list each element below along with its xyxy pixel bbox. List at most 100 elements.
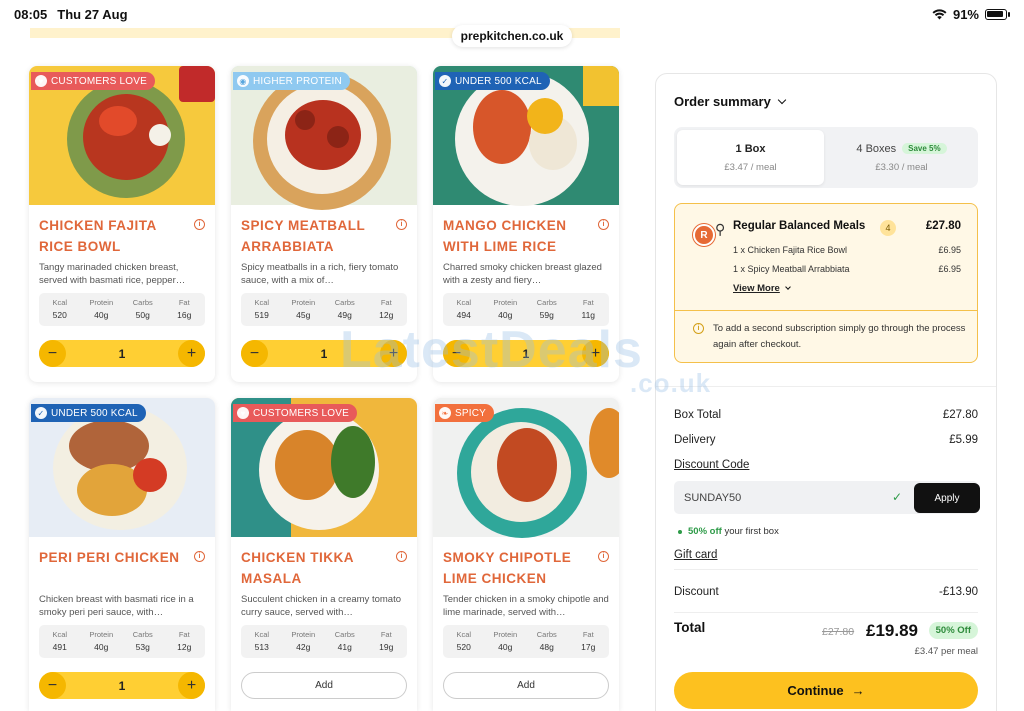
info-icon[interactable]: i [598,219,609,230]
discount-label: Discount [674,586,719,598]
order-summary-toggle[interactable]: Order summary [674,94,787,109]
decrease-button[interactable]: − [39,340,66,367]
info-icon[interactable]: i [598,551,609,562]
status-time: 08:05 [14,6,48,22]
continue-button[interactable]: Continue → [674,672,978,709]
heart-icon: ♥ [35,75,47,87]
meal-image: ◉ HIGHER PROTEIN [231,66,417,210]
box-option-label: 1 Box [735,143,766,155]
meal-title: MANGO CHICKEN WITH LIME RICE [443,218,567,254]
quantity-value: 1 [522,346,530,361]
quantity-stepper: − 1 + [241,340,407,367]
info-icon: i [693,323,704,334]
kcal-label: Kcal [456,630,472,639]
carbs-label: Carbs [334,298,355,307]
subscription-note: To add a second subscription simply go t… [713,323,966,350]
battery-icon [985,8,1007,20]
add-button[interactable]: Add [241,672,407,699]
box-option-1[interactable]: 1 Box £3.47 / meal [677,130,824,185]
meal-title: SPICY MEATBALL ARRABBIATA [241,218,366,254]
nutrition-panel: Kcal 494 Protein 40g Carbs 59g Fat 11g [443,293,609,326]
meal-image: ♥ CUSTOMERS LOVE [29,66,215,205]
meal-description: Spicy meatballs in a rich, fiery tomato … [241,262,399,286]
total-label: Total [674,620,706,635]
battery-cap [1008,11,1010,17]
protein-label: Protein [291,630,316,639]
divider [656,386,996,387]
increase-button[interactable]: + [178,672,205,699]
info-icon[interactable]: i [396,219,407,230]
decrease-button[interactable]: − [443,340,470,367]
badge-label: CUSTOMERS LOVE [253,407,349,419]
meal-description: Succulent chicken in a creamy tomato cur… [241,594,401,618]
apply-button[interactable]: Apply [914,483,980,513]
carbs-value: 53g [135,642,150,652]
total-value: £19.89 [866,621,918,640]
decrease-button[interactable]: − [39,672,66,699]
meal-title: CHICKEN FAJITA RICE BOWL [39,218,157,254]
meal-image: ✓ UNDER 500 KCAL [433,66,619,206]
badge: ✓ UNDER 500 KCAL [435,72,550,90]
url-bar[interactable]: prepkitchen.co.uk [452,25,572,47]
meal-image: ♥ CUSTOMERS LOVE [231,398,417,537]
carbs-value: 49g [337,310,352,320]
kcal-value: 494 [456,310,471,320]
carbs-label: Carbs [536,298,557,307]
discount-code-link[interactable]: Discount Code [674,459,749,471]
meal-card: ❧ SPICY SMOKY CHIPOTLE LIME CHICKEN i Ten… [433,398,619,711]
increase-button[interactable]: + [380,340,407,367]
decrease-button[interactable]: − [241,340,268,367]
wifi-icon [932,8,947,19]
carbs-value: 41g [337,642,352,652]
discount-code-input[interactable] [684,481,884,514]
promo-applied: 50% off your first box [678,526,779,537]
chevron-down-icon [777,95,787,105]
increase-button[interactable]: + [178,340,205,367]
meal-image: ❧ SPICY [433,398,619,538]
meal-card: ✓ UNDER 500 KCAL MANGO CHICKEN WITH LIME … [433,66,619,382]
view-more-label: View More [733,283,780,294]
continue-label: Continue [787,683,844,698]
meal-image: ✓ UNDER 500 KCAL [29,398,215,537]
meal-card: ◉ HIGHER PROTEIN SPICY MEATBALL ARRABBIAT… [231,66,417,382]
protein-value: 40g [94,642,109,652]
carbs-label: Carbs [132,630,153,639]
quantity-stepper: − 1 + [39,340,205,367]
meal-description: Charred smoky chicken breast glazed with… [443,262,602,286]
info-icon[interactable]: i [194,219,205,230]
badge-label: UNDER 500 KCAL [455,75,542,87]
box-total-value: £27.80 [942,409,978,421]
kcal-value: 519 [254,310,269,320]
carbs-label: Carbs [132,298,153,307]
fat-value: 11g [581,310,596,320]
status-right: 91% [932,7,1010,22]
promo-text: your first box [724,526,779,537]
info-icon[interactable]: i [396,551,407,562]
fat-label: Fat [582,298,594,307]
add-button[interactable]: Add [443,672,609,699]
box-selector: 1 Box £3.47 / meal 4 Boxes Save 5% £3.30 … [674,127,978,188]
view-more-link[interactable]: View More [733,283,791,294]
badge-label: CUSTOMERS LOVE [51,75,147,87]
kcal-label: Kcal [254,630,270,639]
order-summary-panel: Order summary 1 Box £3.47 / meal 4 Boxes… [655,73,997,711]
meal-card: ♥ CUSTOMERS LOVE CHICKEN FAJITA RICE BOWL… [29,66,215,382]
meal-description: Chicken breast with basmati rice in a sm… [39,594,194,618]
meal-count-badge: 4 [880,220,896,236]
order-line-price: £6.95 [938,264,961,274]
scale-icon: ✓ [439,75,451,87]
increase-button[interactable]: + [582,340,609,367]
box-option-price: £3.47 / meal [724,162,777,173]
info-icon[interactable]: i [194,551,205,562]
box-option-label: 4 Boxes [856,143,897,155]
heart-icon: ♥ [237,407,249,419]
box-option-4[interactable]: 4 Boxes Save 5% £3.30 / meal [828,130,975,185]
chevron-down-icon [784,284,791,290]
gift-card-link[interactable]: Gift card [674,549,717,561]
protein-value: 42g [296,642,311,652]
carbs-value: 59g [539,310,554,320]
promo-highlight: 50% off [688,526,722,537]
delivery-label: Delivery [674,434,716,446]
carbs-label: Carbs [334,630,355,639]
meals-title: Regular Balanced Meals [733,220,866,232]
